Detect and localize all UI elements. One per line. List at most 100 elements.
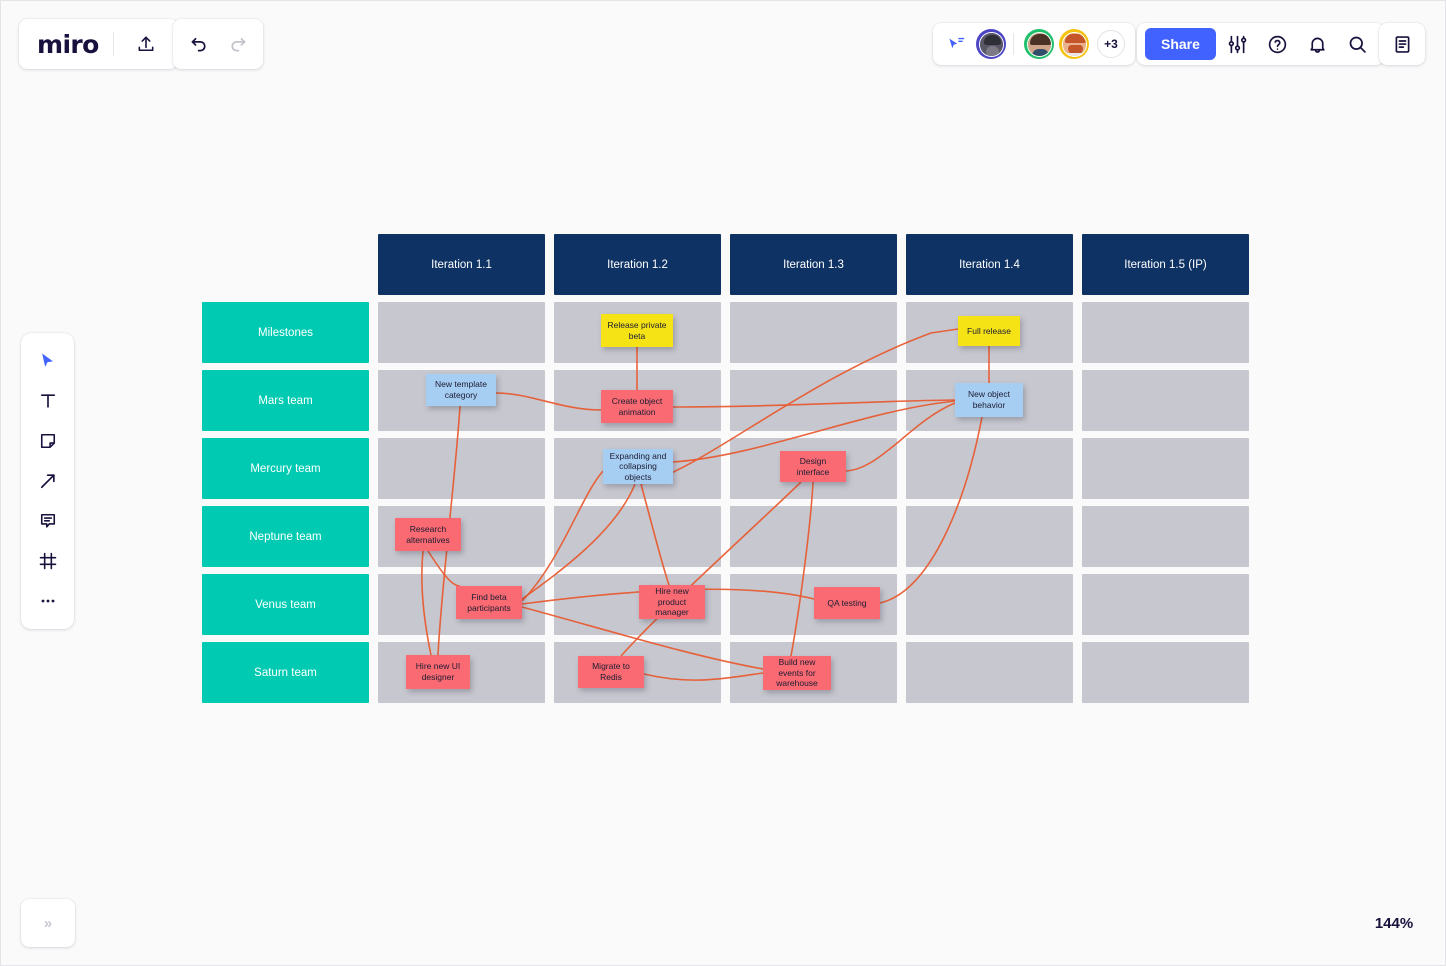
- column-header-label: Iteration 1.1: [431, 258, 492, 271]
- sticky-note[interactable]: Migrate to Redis: [578, 656, 644, 688]
- sticky-note[interactable]: Full release: [958, 316, 1020, 346]
- avatar-collaborator-2[interactable]: [1024, 29, 1054, 59]
- grid-cell[interactable]: [1082, 302, 1249, 363]
- sticky-note[interactable]: Build new events for warehouse: [763, 656, 831, 690]
- share-button[interactable]: Share: [1145, 28, 1216, 60]
- sticky-note[interactable]: Expanding and collapsing objects: [603, 449, 673, 484]
- undo-icon[interactable]: [181, 26, 217, 62]
- sticky-note[interactable]: Hire new UI designer: [406, 655, 470, 689]
- row-header-milestones[interactable]: Milestones: [202, 302, 369, 363]
- left-toolbar: [21, 333, 74, 629]
- grid-cell[interactable]: [730, 370, 897, 431]
- sticky-note[interactable]: Design interface: [780, 451, 846, 482]
- column-header-label: Iteration 1.2: [607, 258, 668, 271]
- sticky-note[interactable]: Find beta participants: [456, 586, 522, 619]
- sticky-note-text: Find beta participants: [467, 591, 511, 613]
- miro-app-window: Iteration 1.1 Iteration 1.2 Iteration 1.…: [0, 0, 1446, 966]
- sticky-note-text: Full release: [967, 325, 1011, 336]
- sticky-note[interactable]: QA testing: [814, 587, 880, 619]
- frame-tool[interactable]: [28, 543, 68, 579]
- sliders-icon[interactable]: [1220, 26, 1256, 62]
- sticky-note-text: Expanding and collapsing objects: [609, 450, 667, 482]
- upload-icon[interactable]: [128, 26, 164, 62]
- additional-collaborators-badge[interactable]: +3: [1097, 30, 1125, 58]
- column-header-iteration-1-2[interactable]: Iteration 1.2: [554, 234, 721, 295]
- column-header-iteration-1-4[interactable]: Iteration 1.4: [906, 234, 1073, 295]
- row-header-mercury-team[interactable]: Mercury team: [202, 438, 369, 499]
- miro-logo[interactable]: miro: [37, 32, 99, 57]
- connector-arrow-tool[interactable]: [28, 463, 68, 499]
- help-circle-icon[interactable]: [1260, 26, 1296, 62]
- column-header-label: Iteration 1.5 (IP): [1124, 258, 1207, 271]
- redo-icon[interactable]: [219, 26, 255, 62]
- grid-cell[interactable]: [1082, 506, 1249, 567]
- row-header-mars-team[interactable]: Mars team: [202, 370, 369, 431]
- grid-cell[interactable]: [730, 506, 897, 567]
- grid-cell[interactable]: [1082, 438, 1249, 499]
- sticky-note[interactable]: Hire new product manager: [639, 585, 705, 619]
- grid-cell[interactable]: [1082, 370, 1249, 431]
- collaborator-cursor-icon[interactable]: [941, 26, 971, 62]
- grid-cell[interactable]: [1082, 642, 1249, 703]
- text-tool[interactable]: [28, 383, 68, 419]
- additional-collaborators-count: +3: [1104, 37, 1118, 51]
- column-header-label: Iteration 1.3: [783, 258, 844, 271]
- avatar: [1026, 31, 1052, 57]
- comment-tool[interactable]: [28, 503, 68, 539]
- row-header-saturn-team[interactable]: Saturn team: [202, 642, 369, 703]
- grid-cell[interactable]: [906, 642, 1073, 703]
- actions-panel: Share: [1137, 23, 1384, 65]
- avatar-collaborator-3[interactable]: [1059, 29, 1089, 59]
- sticky-note-text: New template category: [435, 379, 487, 400]
- sticky-note[interactable]: Create object animation: [601, 390, 673, 423]
- sticky-note-text: Design interface: [796, 455, 830, 477]
- sticky-note-text: New object behavior: [967, 389, 1011, 410]
- sticky-note-text: Release private beta: [607, 319, 667, 341]
- share-button-label: Share: [1161, 36, 1200, 52]
- sticky-note[interactable]: New template category: [426, 374, 496, 406]
- column-header-iteration-1-5[interactable]: Iteration 1.5 (IP): [1082, 234, 1249, 295]
- sticky-note[interactable]: Release private beta: [601, 314, 673, 347]
- zoom-level-indicator[interactable]: 144%: [1363, 899, 1425, 947]
- sticky-note-tool[interactable]: [28, 423, 68, 459]
- avatar: [1061, 31, 1087, 57]
- expand-panel-button[interactable]: »: [21, 899, 75, 947]
- board-canvas[interactable]: Iteration 1.1 Iteration 1.2 Iteration 1.…: [1, 1, 1445, 965]
- grid-cell[interactable]: [1082, 574, 1249, 635]
- avatar-collaborator-1[interactable]: [976, 29, 1006, 59]
- divider: [1013, 33, 1014, 55]
- notes-panel-button[interactable]: [1379, 23, 1425, 65]
- search-icon[interactable]: [1340, 26, 1376, 62]
- chevron-double-right-icon: »: [43, 914, 53, 932]
- grid-cell[interactable]: [906, 506, 1073, 567]
- grid-cell[interactable]: [730, 302, 897, 363]
- logo-panel: miro: [19, 19, 178, 69]
- sticky-note-text: Migrate to Redis: [592, 661, 630, 682]
- undo-redo-panel: [173, 19, 263, 69]
- grid-cell[interactable]: [906, 574, 1073, 635]
- sticky-note[interactable]: Research alternatives: [395, 518, 461, 551]
- sticky-note[interactable]: New object behavior: [955, 383, 1023, 417]
- column-header-iteration-1-1[interactable]: Iteration 1.1: [378, 234, 545, 295]
- row-header-venus-team[interactable]: Venus team: [202, 574, 369, 635]
- collaborators-panel: +3: [933, 23, 1135, 65]
- grid-cell[interactable]: [554, 506, 721, 567]
- avatar: [978, 31, 1004, 57]
- notes-panel-icon[interactable]: [1384, 26, 1420, 62]
- grid-cell[interactable]: [378, 302, 545, 363]
- column-header-label: Iteration 1.4: [959, 258, 1020, 271]
- more-tools-icon[interactable]: [28, 583, 68, 619]
- row-header-label: Mercury team: [250, 462, 321, 475]
- grid-cell[interactable]: [378, 438, 545, 499]
- row-header-neptune-team[interactable]: Neptune team: [202, 506, 369, 567]
- sticky-note-text: Build new events for warehouse: [776, 657, 818, 689]
- row-header-label: Neptune team: [249, 530, 322, 543]
- divider: [112, 32, 114, 56]
- select-tool[interactable]: [28, 343, 68, 379]
- sticky-note-text: QA testing: [827, 597, 867, 608]
- sticky-note-text: Research alternatives: [406, 523, 450, 545]
- column-header-iteration-1-3[interactable]: Iteration 1.3: [730, 234, 897, 295]
- bell-icon[interactable]: [1300, 26, 1336, 62]
- grid-cell[interactable]: [906, 438, 1073, 499]
- row-header-label: Milestones: [258, 326, 313, 339]
